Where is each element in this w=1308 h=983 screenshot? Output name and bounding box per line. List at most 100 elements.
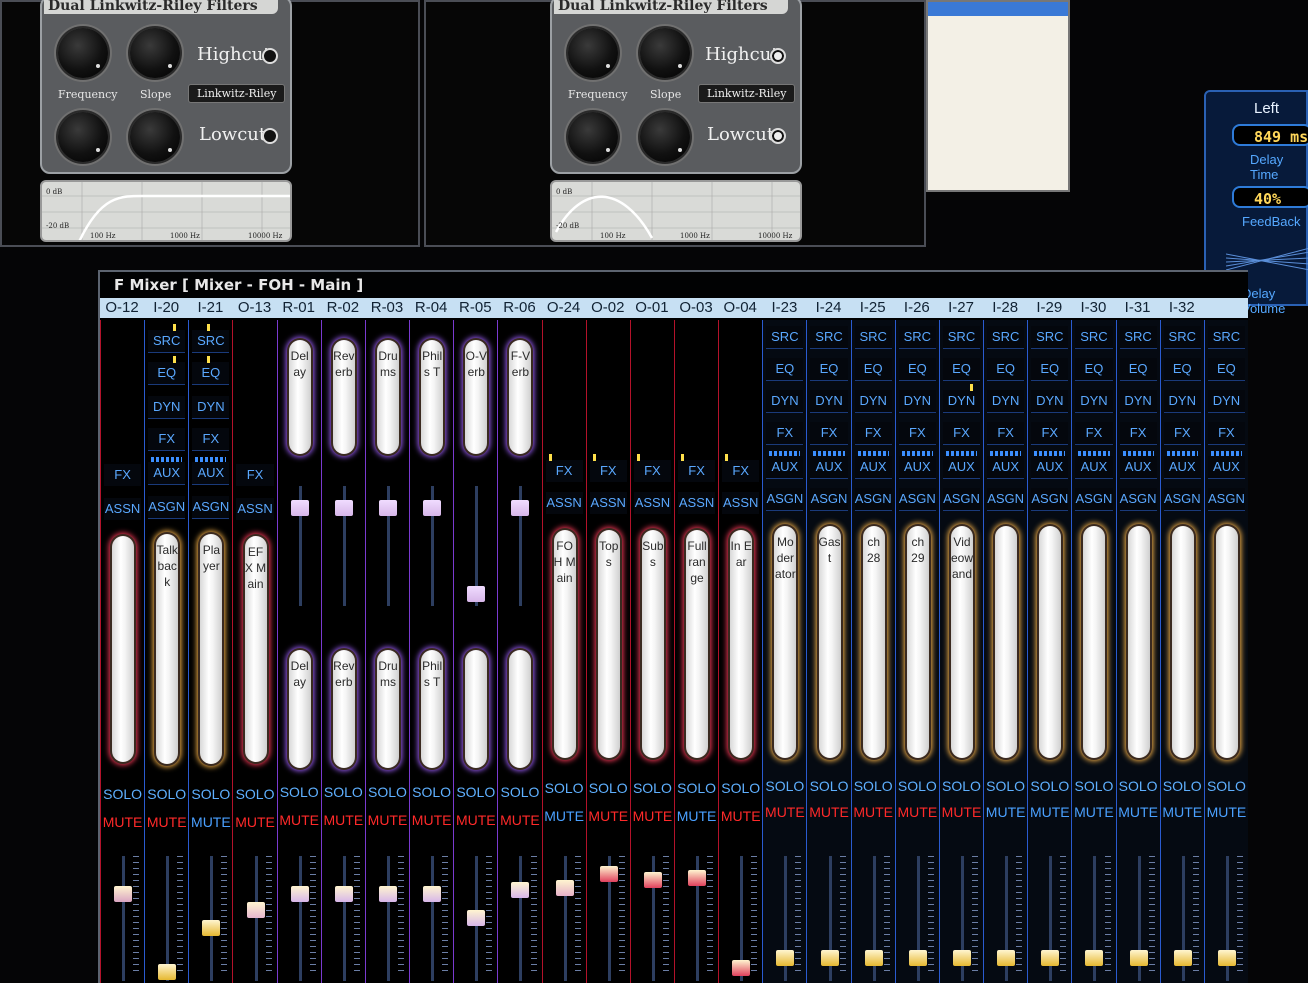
channel-id-i-29[interactable]: I-29	[1027, 298, 1071, 318]
main-fader-cap[interactable]	[643, 872, 662, 888]
solo-button[interactable]: SOLO	[101, 786, 144, 802]
dyn-button[interactable]: DYN	[1207, 390, 1245, 413]
asgn-button[interactable]: ASGN	[1119, 488, 1157, 511]
main-fader-cap[interactable]	[290, 886, 309, 902]
src-button[interactable]: SRC	[192, 330, 230, 353]
solo-button[interactable]: SOLO	[984, 778, 1027, 794]
src-button[interactable]: SRC	[148, 330, 186, 353]
asgn-button[interactable]: ASGN	[1031, 488, 1069, 511]
src-button[interactable]: SRC	[898, 326, 936, 349]
aux-button[interactable]: AUX	[987, 456, 1025, 479]
mute-button[interactable]: MUTE	[543, 808, 586, 824]
solo-button[interactable]: SOLO	[896, 778, 939, 794]
main-fader-cap[interactable]	[246, 902, 265, 918]
mute-button[interactable]: MUTE	[145, 814, 188, 830]
channel-id-o-12[interactable]: O-12	[100, 298, 144, 318]
channel-fader[interactable]: Phils T	[421, 340, 444, 454]
dyn-button[interactable]: DYN	[810, 390, 848, 413]
eq-button[interactable]: EQ	[810, 358, 848, 381]
mute-button[interactable]: MUTE	[189, 814, 232, 830]
fx-button[interactable]: FX	[633, 460, 671, 482]
dyn-button[interactable]: DYN	[1075, 390, 1113, 413]
lowcut-radio[interactable]	[770, 128, 786, 144]
main-fader-cap[interactable]	[1041, 950, 1060, 966]
asgn-button[interactable]: ASGN	[987, 488, 1025, 511]
main-fader-cap[interactable]	[1217, 950, 1236, 966]
src-button[interactable]: SRC	[1075, 326, 1113, 349]
mute-button[interactable]: MUTE	[498, 812, 541, 828]
highcut-frequency-knob[interactable]	[568, 28, 618, 78]
solo-button[interactable]: SOLO	[454, 784, 497, 800]
solo-button[interactable]: SOLO	[719, 780, 762, 796]
fx-button[interactable]: FX	[678, 460, 716, 482]
mute-button[interactable]: MUTE	[984, 804, 1027, 820]
src-button[interactable]: SRC	[766, 326, 804, 349]
asgn-button[interactable]: ASGN	[942, 488, 981, 511]
src-button[interactable]: SRC	[942, 326, 981, 349]
channel-id-r-04[interactable]: R-04	[409, 298, 453, 318]
solo-button[interactable]: SOLO	[498, 784, 541, 800]
solo-button[interactable]: SOLO	[1161, 778, 1204, 794]
channel-fader[interactable]: FOH Main	[553, 530, 576, 758]
asgn-button[interactable]: ASGN	[766, 488, 804, 511]
channel-fader[interactable]: Drums	[376, 650, 399, 768]
mute-button[interactable]: MUTE	[322, 812, 365, 828]
mute-button[interactable]: MUTE	[1161, 804, 1204, 820]
eq-button[interactable]: EQ	[1207, 358, 1245, 381]
mute-button[interactable]: MUTE	[1205, 804, 1248, 820]
fader-cap[interactable]	[423, 500, 442, 516]
channel-fader[interactable]: O-Verb	[465, 340, 488, 454]
channel-id-o-04[interactable]: O-04	[718, 298, 762, 318]
mute-button[interactable]: MUTE	[454, 812, 497, 828]
assn-button[interactable]: ASSN	[633, 492, 671, 514]
dyn-button[interactable]: DYN	[766, 390, 804, 413]
solo-button[interactable]: SOLO	[1072, 778, 1115, 794]
mute-button[interactable]: MUTE	[1117, 804, 1160, 820]
channel-id-i-32[interactable]: I-32	[1160, 298, 1204, 318]
channel-fader[interactable]: F-Verb	[509, 340, 532, 454]
channel-id-extra[interactable]	[1204, 298, 1248, 318]
fader-cap[interactable]	[334, 500, 353, 516]
aux-button[interactable]: AUX	[1207, 456, 1245, 479]
mute-button[interactable]: MUTE	[675, 808, 718, 824]
eq-button[interactable]: EQ	[1163, 358, 1201, 381]
main-fader-cap[interactable]	[997, 950, 1016, 966]
src-button[interactable]: SRC	[1031, 326, 1069, 349]
dyn-button[interactable]: DYN	[1163, 390, 1201, 413]
src-button[interactable]: SRC	[987, 326, 1025, 349]
eq-button[interactable]: EQ	[1119, 358, 1157, 381]
solo-button[interactable]: SOLO	[852, 778, 895, 794]
fx-button[interactable]: FX	[766, 422, 804, 445]
src-button[interactable]: SRC	[1163, 326, 1201, 349]
channel-fader[interactable]	[1171, 526, 1194, 758]
fx-button[interactable]: FX	[236, 464, 274, 486]
eq-button[interactable]: EQ	[942, 358, 981, 381]
assn-button[interactable]: ASSN	[678, 492, 716, 514]
solo-button[interactable]: SOLO	[366, 784, 409, 800]
channel-id-i-25[interactable]: I-25	[851, 298, 895, 318]
assn-button[interactable]: ASSN	[104, 498, 142, 520]
mute-button[interactable]: MUTE	[278, 812, 321, 828]
channel-fader[interactable]: Gast	[818, 526, 841, 758]
aux-button[interactable]: AUX	[942, 456, 981, 479]
fx-button[interactable]: FX	[1119, 422, 1157, 445]
fx-button[interactable]: FX	[192, 428, 230, 451]
lowcut-radio[interactable]	[262, 128, 278, 144]
channel-fader[interactable]	[995, 526, 1018, 758]
mute-button[interactable]: MUTE	[587, 808, 630, 824]
fader-cap[interactable]	[378, 500, 397, 516]
channel-id-r-03[interactable]: R-03	[365, 298, 409, 318]
eq-button[interactable]: EQ	[987, 358, 1025, 381]
solo-button[interactable]: SOLO	[410, 784, 453, 800]
highcut-slope-knob[interactable]	[130, 28, 180, 78]
aux-button[interactable]: AUX	[810, 456, 848, 479]
mute-button[interactable]: MUTE	[940, 804, 983, 820]
fx-button[interactable]: FX	[722, 460, 760, 482]
main-fader-cap[interactable]	[864, 950, 883, 966]
solo-button[interactable]: SOLO	[1205, 778, 1248, 794]
fx-button[interactable]: FX	[148, 428, 186, 451]
fx-button[interactable]: FX	[589, 460, 627, 482]
fader-cap[interactable]	[511, 500, 530, 516]
delay-time-display[interactable]: 849 ms	[1232, 124, 1308, 146]
fx-button[interactable]: FX	[987, 422, 1025, 445]
